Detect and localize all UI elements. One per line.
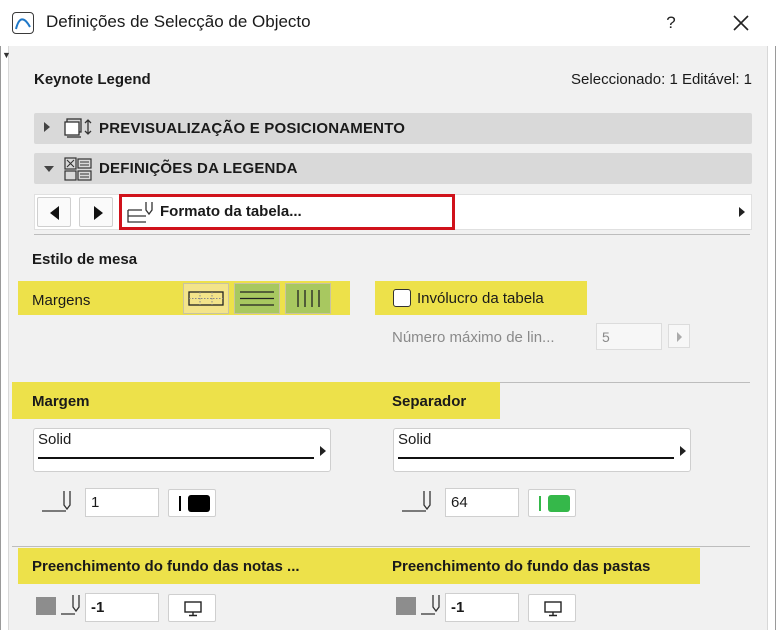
pen-icon — [40, 487, 74, 519]
horizontal-lines-icon — [240, 291, 274, 306]
color-bar — [179, 496, 181, 511]
selection-info: Seleccionado: 1 Editável: 1 — [571, 71, 752, 88]
section-preview-positioning[interactable]: PREVISUALIZAÇÃO E POSICIONAMENTO — [34, 113, 752, 144]
line-preview — [398, 457, 674, 459]
expand-arrow-icon — [44, 122, 50, 132]
help-button[interactable]: ? — [656, 10, 686, 36]
monitor-icon — [184, 601, 202, 617]
max-lines-stepper[interactable] — [668, 324, 690, 348]
dropdown-arrow-icon — [680, 446, 686, 456]
preview-position-icon — [64, 116, 94, 144]
margin-title: Margem — [32, 393, 90, 410]
fill-notes-title: Preenchimento do fundo das notas ... — [32, 558, 300, 575]
divider — [34, 234, 750, 235]
separator-title: Separador — [392, 393, 467, 410]
margins-outer-button[interactable] — [183, 283, 229, 314]
monitor-icon — [544, 601, 562, 617]
margin-pen-input[interactable]: 1 — [85, 488, 159, 517]
next-page-button[interactable] — [79, 197, 113, 227]
previous-page-button[interactable] — [37, 197, 71, 227]
wrap-table-checkbox[interactable] — [393, 289, 411, 307]
dropdown-arrow-icon — [320, 446, 326, 456]
page-selector[interactable]: Formato da tabela... — [119, 194, 455, 230]
margin-color-button[interactable] — [168, 489, 216, 517]
max-lines-input[interactable]: 5 — [596, 323, 662, 350]
line-preview — [38, 457, 314, 459]
color-swatch — [188, 495, 210, 512]
wrap-table-label: Invólucro da tabela — [417, 290, 544, 307]
pen-icon — [400, 487, 434, 519]
section-label: DEFINIÇÕES DA LEGENDA — [99, 160, 298, 177]
fill-notes-color-button[interactable] — [168, 594, 216, 622]
legend-settings-icon — [64, 156, 94, 186]
separator-color-button[interactable] — [528, 489, 576, 517]
margins-label: Margens — [32, 292, 91, 309]
fill-swatch-icon — [36, 597, 56, 615]
arrow-left-icon — [50, 206, 59, 220]
margins-vertical-button[interactable] — [285, 283, 331, 314]
outer-border-icon — [188, 291, 224, 306]
line-type-label: Solid — [398, 431, 432, 448]
line-type-label: Solid — [38, 431, 72, 448]
pen-icon — [419, 592, 443, 622]
arrow-right-icon — [94, 206, 103, 220]
title-bar: Definições de Selecção de Objecto ? — [0, 0, 776, 46]
drag-handle-icon[interactable]: ▼ — [2, 50, 11, 60]
vertical-lines-icon — [297, 290, 320, 307]
object-name: Keynote Legend — [34, 71, 151, 88]
page-menu-arrow-icon[interactable] — [739, 207, 745, 217]
section-legend-settings[interactable]: DEFINIÇÕES DA LEGENDA — [34, 153, 752, 184]
separator-line-type-select[interactable]: Solid — [393, 428, 691, 472]
separator-pen-input[interactable]: 64 — [445, 488, 519, 517]
close-button[interactable] — [722, 8, 760, 38]
page-navigator: Formato da tabela... — [34, 194, 752, 230]
fill-folders-title: Preenchimento do fundo das pastas — [392, 558, 651, 575]
margins-horizontal-button[interactable] — [234, 283, 280, 314]
divider — [12, 546, 750, 547]
table-format-icon — [126, 200, 156, 228]
pen-icon — [59, 592, 83, 622]
fill-swatch-icon — [396, 597, 416, 615]
fill-notes-pen-input[interactable]: -1 — [85, 593, 159, 622]
color-swatch — [548, 495, 570, 512]
fill-folders-pen-input[interactable]: -1 — [445, 593, 519, 622]
table-style-title: Estilo de mesa — [32, 251, 138, 268]
margin-line-type-select[interactable]: Solid — [33, 428, 331, 472]
max-lines-label: Número máximo de lin... — [392, 329, 555, 346]
collapse-arrow-icon — [44, 166, 54, 172]
fill-folders-color-button[interactable] — [528, 594, 576, 622]
stepper-arrow-icon — [677, 332, 682, 342]
window-title: Definições de Selecção de Objecto — [46, 12, 311, 31]
section-label: PREVISUALIZAÇÃO E POSICIONAMENTO — [99, 120, 406, 137]
color-bar — [539, 496, 541, 511]
current-page-label: Formato da tabela... — [160, 203, 302, 220]
close-icon — [733, 15, 749, 31]
app-logo-icon — [12, 12, 34, 34]
